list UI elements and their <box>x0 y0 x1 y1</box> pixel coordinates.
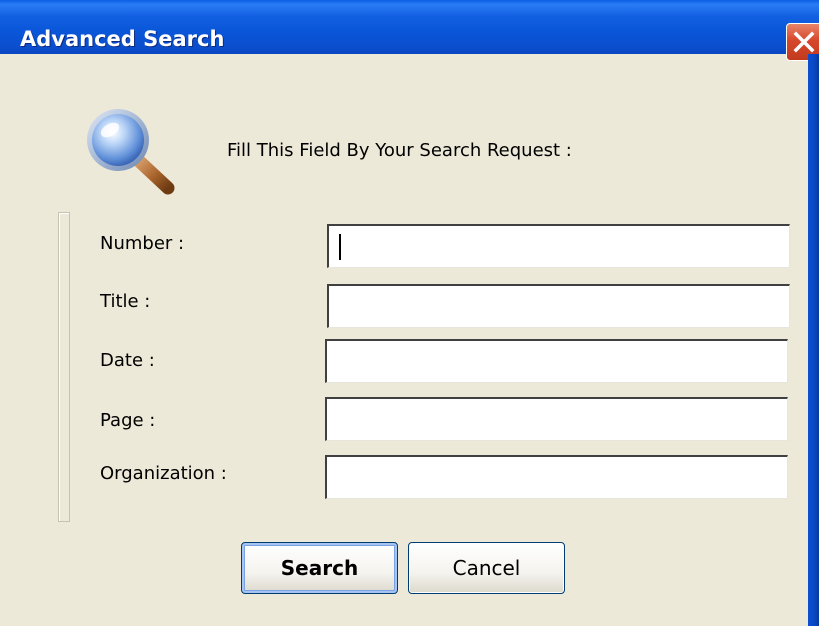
page-input[interactable] <box>327 399 787 440</box>
organization-field[interactable] <box>325 455 788 499</box>
search-button[interactable]: Search <box>241 542 398 594</box>
instruction-text: Fill This Field By Your Search Request : <box>227 140 572 161</box>
title-input[interactable] <box>329 286 789 327</box>
date-label: Date : <box>100 350 155 371</box>
title-bar[interactable]: Advanced Search <box>0 0 819 61</box>
page-field[interactable] <box>325 397 788 441</box>
advanced-search-dialog: Advanced Search Fill This Field By Your … <box>0 0 819 626</box>
group-box-edge <box>58 212 70 522</box>
text-caret <box>339 234 341 260</box>
close-icon <box>793 31 815 53</box>
page-label: Page : <box>100 410 156 431</box>
date-input[interactable] <box>327 341 787 382</box>
number-label: Number : <box>100 233 185 254</box>
date-field[interactable] <box>325 339 788 383</box>
cancel-button[interactable]: Cancel <box>408 542 565 594</box>
number-field[interactable] <box>327 224 790 268</box>
title-field[interactable] <box>327 284 790 328</box>
window-title: Advanced Search <box>20 27 225 51</box>
magnifying-glass-icon <box>82 102 182 198</box>
organization-input[interactable] <box>327 457 787 498</box>
organization-label: Organization : <box>100 463 227 484</box>
title-label: Title : <box>100 291 151 312</box>
number-input[interactable] <box>329 226 789 267</box>
window-frame-right <box>808 54 819 626</box>
